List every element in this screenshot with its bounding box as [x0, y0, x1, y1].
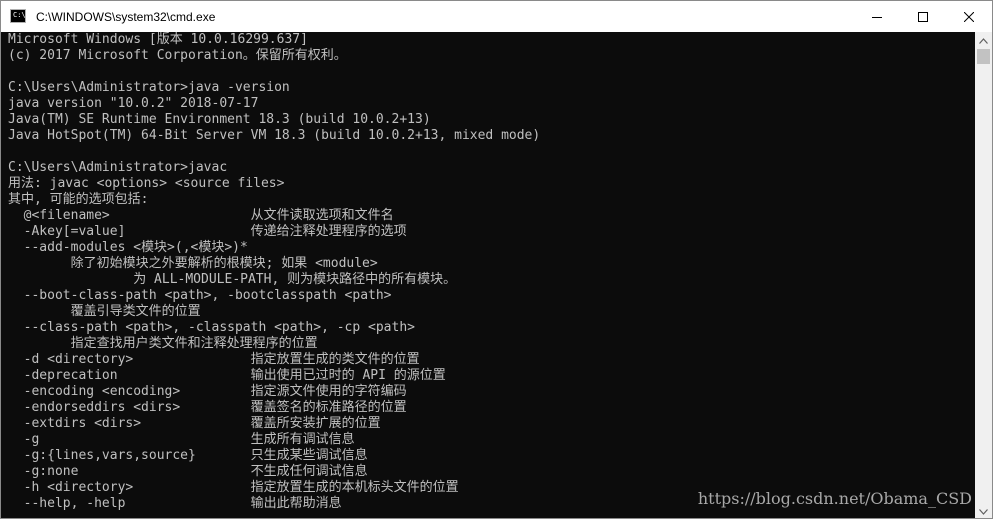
- console-line: -encoding <encoding> 指定源文件使用的字符编码: [8, 384, 407, 399]
- console-line: 除了初始模块之外要解析的根模块; 如果 <module>: [8, 256, 378, 271]
- console-line: 指定查找用户类文件和注释处理程序的位置: [8, 336, 318, 351]
- console-line: 为 ALL-MODULE-PATH, 则为模块路径中的所有模块。: [8, 272, 457, 287]
- cmd-icon[interactable]: C:\: [10, 9, 26, 23]
- minimize-icon: [872, 16, 882, 18]
- console-line: --add-modules <模块>(,<模块>)*: [8, 240, 248, 255]
- console-line: C:\Users\Administrator>javac: [8, 160, 228, 175]
- scroll-thumb[interactable]: [977, 49, 990, 64]
- maximize-button[interactable]: [900, 1, 946, 32]
- console-line: -endorseddirs <dirs> 覆盖签名的标准路径的位置: [8, 400, 407, 415]
- cmd-window: C:\ C:\WINDOWS\system32\cmd.exe Microsof…: [0, 0, 993, 519]
- console-line: 用法: javac <options> <source files>: [8, 176, 285, 191]
- console-line: Microsoft Windows [版本 10.0.16299.637]: [8, 32, 308, 47]
- console-line: -Akey[=value] 传递给注释处理程序的选项: [8, 224, 407, 239]
- console-line: --boot-class-path <path>, -bootclasspath…: [8, 288, 392, 303]
- console-line: 覆盖引导类文件的位置: [8, 304, 201, 319]
- console-line: 其中, 可能的选项包括:: [8, 192, 149, 207]
- console-line: (c) 2017 Microsoft Corporation。保留所有权利。: [8, 48, 347, 63]
- title-bar[interactable]: C:\ C:\WINDOWS\system32\cmd.exe: [1, 1, 992, 32]
- console-line: -extdirs <dirs> 覆盖所安装扩展的位置: [8, 416, 381, 431]
- console-line: -d <directory> 指定放置生成的类文件的位置: [8, 352, 420, 367]
- close-icon: [964, 11, 974, 22]
- console-line: -deprecation 输出使用已过时的 API 的源位置: [8, 368, 446, 383]
- console-line: --class-path <path>, -classpath <path>, …: [8, 320, 415, 335]
- console-output[interactable]: Microsoft Windows [版本 10.0.16299.637] (c)…: [1, 32, 967, 518]
- scroll-up-arrow-icon: [979, 37, 988, 44]
- window-title: C:\WINDOWS\system32\cmd.exe: [36, 10, 216, 24]
- console-text: Microsoft Windows [版本 10.0.16299.637] (c)…: [1, 32, 967, 512]
- console-line: -g:none 不生成任何调试信息: [8, 464, 368, 479]
- console-line: -g:{lines,vars,source} 只生成某些调试信息: [8, 448, 368, 463]
- console-line: Java(TM) SE Runtime Environment 18.3 (bu…: [8, 112, 431, 127]
- watermark-text: https://blog.csdn.net/Obama_CSD: [697, 489, 972, 508]
- console-line: @<filename> 从文件读取选项和文件名: [8, 208, 394, 223]
- console-line: Java HotSpot(TM) 64-Bit Server VM 18.3 (…: [8, 128, 541, 143]
- close-button[interactable]: [946, 1, 992, 32]
- scroll-down-arrow-icon: [979, 508, 988, 515]
- scroll-down-button[interactable]: [975, 503, 992, 518]
- console-line: java version "10.0.2" 2018-07-17: [8, 96, 259, 111]
- vertical-scrollbar[interactable]: [975, 32, 992, 518]
- console-line: C:\Users\Administrator>java -version: [8, 80, 290, 95]
- minimize-button[interactable]: [854, 1, 900, 32]
- maximize-icon: [918, 11, 928, 22]
- scroll-up-button[interactable]: [975, 32, 992, 49]
- console-line: -g 生成所有调试信息: [8, 432, 355, 447]
